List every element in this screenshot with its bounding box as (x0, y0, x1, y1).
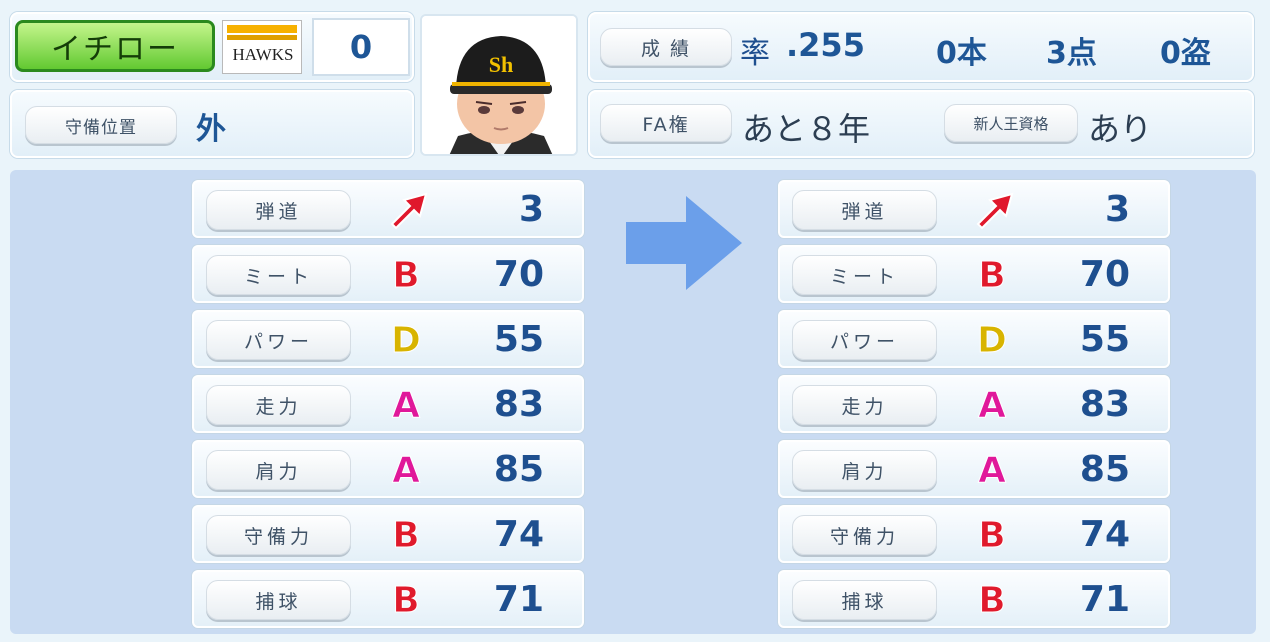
ability-label: 走力 (792, 385, 937, 425)
ability-row: 弾道 3 (778, 180, 1170, 238)
ability-grade: A (978, 449, 1007, 491)
home-runs: 0本 (936, 36, 987, 71)
uniform-number-value: 0 (349, 28, 373, 66)
ability-grade: A (978, 384, 1007, 426)
ability-label: ミート (206, 255, 351, 295)
batting-avg-label: 率 (740, 36, 770, 71)
ability-label: パワー (792, 320, 937, 360)
team-logo: HAWKS (222, 20, 302, 74)
ability-value: 70 (493, 254, 544, 295)
ability-label: 弾道 (206, 190, 351, 230)
ability-value: 3 (518, 189, 544, 230)
stolen-bases: 0盗 (1160, 36, 1211, 71)
team-logo-text: HAWKS (232, 45, 294, 64)
ability-label: 走力 (206, 385, 351, 425)
ability-grade: D (977, 319, 1008, 361)
ability-value: 83 (1079, 384, 1130, 425)
ability-label: 捕球 (206, 580, 351, 620)
ability-row: 弾道 3 (192, 180, 584, 238)
ability-value: 83 (493, 384, 544, 425)
ability-value: 71 (493, 579, 544, 620)
ability-label: パワー (206, 320, 351, 360)
ability-grade: B (978, 514, 1006, 556)
fa-label: FA権 (600, 104, 732, 142)
ability-grade: B (978, 579, 1006, 621)
ability-value: 85 (493, 449, 544, 490)
ability-row: 走力 A 83 (192, 375, 584, 433)
ability-label: 肩力 (792, 450, 937, 490)
ability-row: 捕球 B 71 (192, 570, 584, 628)
ability-value: 71 (1079, 579, 1130, 620)
ability-value: 70 (1079, 254, 1130, 295)
ability-row: 走力 A 83 (778, 375, 1170, 433)
player-portrait: Sh (420, 14, 578, 156)
ability-grade: A (392, 449, 421, 491)
ability-value: 55 (493, 319, 544, 360)
ability-grade: D (391, 319, 422, 361)
ability-label: 守備力 (792, 515, 937, 555)
ability-row: パワー D 55 (192, 310, 584, 368)
ability-grade: A (392, 384, 421, 426)
ability-row: 守備力 B 74 (192, 505, 584, 563)
ability-label: 弾道 (792, 190, 937, 230)
ability-row: 肩力 A 85 (192, 440, 584, 498)
ability-row: ミート B 70 (778, 245, 1170, 303)
ability-label: 捕球 (792, 580, 937, 620)
svg-text:Sh: Sh (489, 52, 513, 77)
uniform-number: 0 (312, 18, 410, 76)
ability-grade: B (392, 254, 420, 296)
ability-row: ミート B 70 (192, 245, 584, 303)
record-label: 成 績 (600, 28, 732, 66)
ability-value: 74 (493, 514, 544, 555)
player-name: イチロー (51, 32, 179, 67)
ability-row: 守備力 B 74 (778, 505, 1170, 563)
runs-batted-in: 3点 (1046, 36, 1097, 71)
ability-row: 捕球 B 71 (778, 570, 1170, 628)
trajectory-arrow-icon (976, 192, 1014, 230)
ability-grade: B (392, 579, 420, 621)
player-avatar-image: Sh (422, 16, 576, 154)
ability-label: ミート (792, 255, 937, 295)
trajectory-arrow-icon (390, 192, 428, 230)
ability-value: 74 (1079, 514, 1130, 555)
ability-label: 肩力 (206, 450, 351, 490)
ability-label: 守備力 (206, 515, 351, 555)
right-arrow-icon (626, 196, 742, 290)
fa-value: あと８年 (742, 110, 871, 148)
ability-row: 肩力 A 85 (778, 440, 1170, 498)
batting-avg: .255 (786, 26, 865, 64)
player-name-plate[interactable]: イチロー (15, 20, 215, 72)
ability-value: 3 (1104, 189, 1130, 230)
rookie-eligibility-value: あり (1088, 110, 1153, 148)
ability-grade: B (392, 514, 420, 556)
rookie-eligibility-label: 新人王資格 (944, 104, 1078, 142)
position-label: 守備位置 (25, 106, 177, 144)
ability-value: 85 (1079, 449, 1130, 490)
ability-grade: B (978, 254, 1006, 296)
ability-row: パワー D 55 (778, 310, 1170, 368)
ability-value: 55 (1079, 319, 1130, 360)
position-value: 外 (196, 112, 226, 147)
